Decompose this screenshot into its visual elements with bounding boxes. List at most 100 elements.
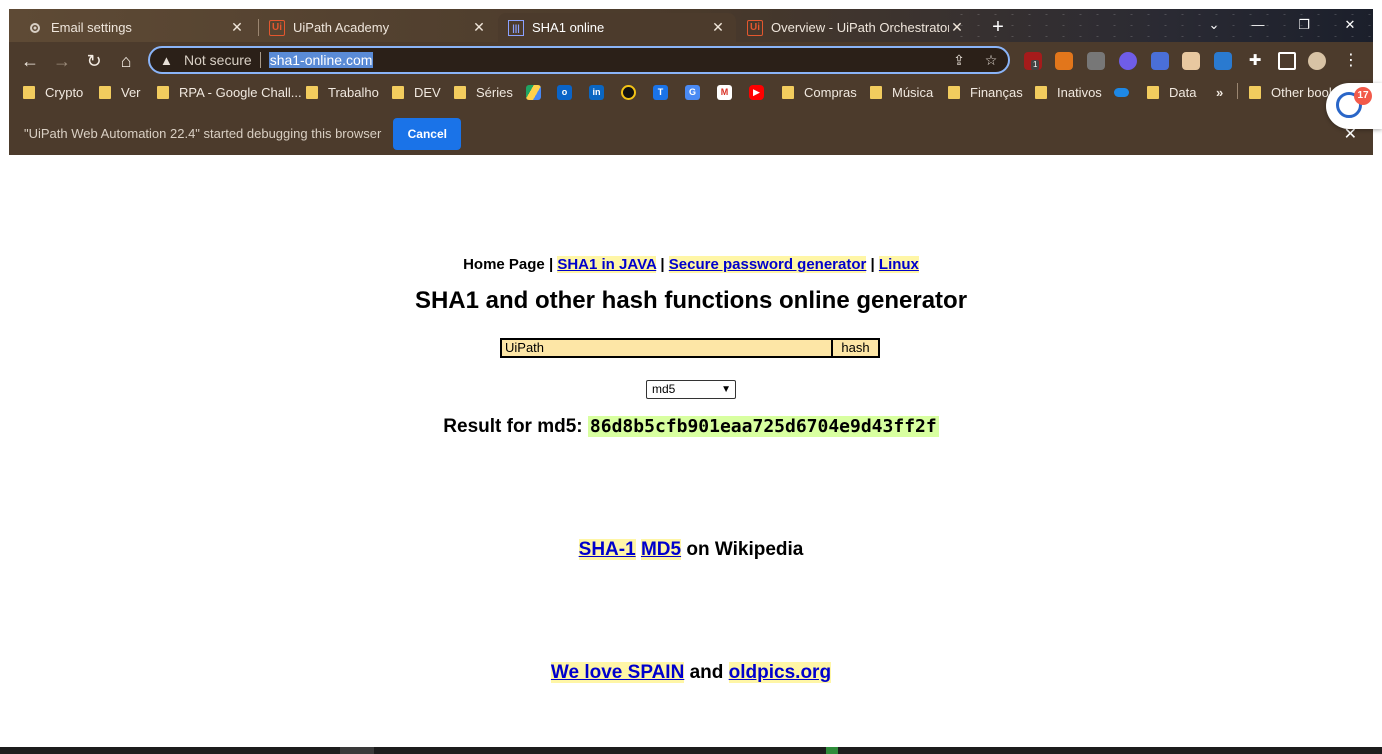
bookmark-inativos[interactable]: Inativos (1035, 83, 1102, 101)
bookmark-linkedin[interactable]: in (589, 83, 604, 101)
folder-icon (1249, 85, 1261, 99)
folder-icon (454, 85, 466, 99)
tab-sha1-online[interactable]: ||| SHA1 online ✕ (498, 13, 736, 42)
url-text[interactable]: sha1-online.com (268, 52, 374, 68)
outlook-icon: o (557, 84, 572, 100)
bookmark-youtube[interactable]: ▶ (749, 83, 764, 101)
google-drive-icon (526, 84, 541, 100)
chevron-down-icon: ▼ (721, 384, 731, 395)
bookmark-rpa[interactable]: RPA - Google Chall... (157, 83, 302, 101)
avatar[interactable] (1308, 52, 1326, 70)
gear-icon (27, 20, 43, 36)
hash-input[interactable]: UiPath (500, 338, 833, 358)
bookmark-data[interactable]: Data (1147, 83, 1196, 101)
extension-face-icon[interactable] (1182, 52, 1200, 70)
onedrive-icon (1114, 87, 1129, 97)
linux-link[interactable]: Linux (878, 256, 919, 273)
ublock-icon[interactable]: 1 (1024, 52, 1042, 70)
sha1-wiki-link[interactable]: SHA-1 (578, 539, 636, 560)
wikipedia-suffix: on Wikipedia (686, 539, 804, 560)
bookmark-label: Other book (1271, 84, 1336, 100)
toolbar: ← → ↻ ⌂ ▲ Not secure sha1-online.com ⇪ ☆… (9, 42, 1373, 79)
page-content: Home Page | SHA1 in JAVA | Secure passwo… (9, 155, 1373, 747)
password-generator-link[interactable]: Secure password generator (668, 256, 867, 273)
bookmark-label: Séries (476, 84, 513, 100)
extension-badge: 1 (1031, 60, 1040, 70)
debugging-message: "UiPath Web Automation 22.4" started deb… (24, 126, 382, 141)
menu-icon[interactable]: ⋮ (1342, 52, 1360, 70)
reload-icon[interactable]: ↻ (81, 48, 107, 74)
gmail-icon: M (717, 84, 732, 100)
bookmark-crypto[interactable]: Crypto (23, 83, 83, 101)
oldpics-link[interactable]: oldpics.org (728, 662, 832, 683)
window-close-icon[interactable]: ✕ (1334, 13, 1366, 37)
translate-icon: G (685, 84, 700, 100)
bookmark-star-icon[interactable]: ☆ (982, 52, 1000, 69)
chat-extension-icon[interactable] (1119, 52, 1137, 70)
bookmark-translate[interactable]: G (685, 83, 700, 101)
bookmark-label: Inativos (1057, 84, 1102, 100)
bookmarks-bar: Crypto Ver RPA - Google Chall... Trabalh… (9, 79, 1373, 105)
bookmark-onedrive[interactable] (1114, 83, 1129, 101)
bookmark-circle[interactable] (621, 83, 636, 101)
minimize-icon[interactable]: — (1242, 13, 1274, 37)
footer-links: We love SPAIN and oldpics.org (9, 662, 1373, 684)
hash-form: UiPath hash (500, 338, 880, 358)
share-icon[interactable]: ⇪ (950, 52, 968, 69)
linkedin-icon: in (589, 84, 604, 100)
bookmark-dev[interactable]: DEV (392, 83, 441, 101)
result-line: Result for md5: 86d8b5cfb901eaa725d6704e… (9, 416, 1373, 438)
extension-cube-icon[interactable] (1087, 52, 1105, 70)
puzzle-icon[interactable]: ✚ (1246, 52, 1264, 70)
footer-and: and (689, 662, 724, 683)
extension-blue-icon[interactable] (1151, 52, 1169, 70)
close-icon[interactable]: ✕ (229, 19, 245, 36)
metamask-icon[interactable] (1055, 52, 1073, 70)
home-icon[interactable]: ⌂ (113, 48, 139, 74)
close-icon[interactable]: ✕ (471, 19, 487, 36)
bookmark-gmail[interactable]: M (717, 83, 732, 101)
bookmark-label: Música (892, 84, 934, 100)
hash-button[interactable]: hash (833, 338, 880, 358)
warning-icon[interactable]: ▲ (160, 53, 178, 68)
tab-email-settings[interactable]: Email settings ✕ (17, 13, 255, 42)
bookmark-label: Compras (804, 84, 857, 100)
omnibox-divider (259, 52, 261, 68)
taskbar-active-app[interactable] (340, 747, 374, 754)
bookmarks-overflow-button[interactable]: » (1216, 83, 1223, 101)
notification-badge: 17 (1354, 87, 1372, 105)
close-icon[interactable]: ✕ (949, 19, 965, 36)
uipath-icon: Ui (747, 19, 763, 36)
bookmark-series[interactable]: Séries (454, 83, 513, 101)
bookmark-trabalho[interactable]: Trabalho (306, 83, 379, 101)
bookmark-drive[interactable] (526, 83, 541, 101)
new-tab-button[interactable]: + (985, 14, 1011, 40)
taskbar-app[interactable] (826, 747, 838, 754)
bookmark-musica[interactable]: Música (870, 83, 933, 101)
side-panel-icon[interactable] (1278, 52, 1296, 70)
md5-wiki-link[interactable]: MD5 (640, 539, 682, 560)
bookmark-tasks[interactable]: T (653, 83, 668, 101)
tab-search-icon[interactable]: ⌄ (1198, 13, 1230, 37)
bookmark-outlook[interactable]: o (557, 83, 572, 101)
bookmark-ver[interactable]: Ver (99, 83, 141, 101)
assistant-widget[interactable]: 17 (1326, 83, 1382, 129)
tab-label: UiPath Academy (293, 20, 390, 35)
security-label[interactable]: Not secure (184, 52, 252, 68)
tab-uipath-academy[interactable]: Ui UiPath Academy ✕ (259, 13, 497, 42)
youtube-icon: ▶ (749, 84, 764, 100)
sha1-java-link[interactable]: SHA1 in JAVA (557, 256, 657, 273)
extension-tool-icon[interactable] (1214, 52, 1232, 70)
bookmark-financas[interactable]: Finanças (948, 83, 1023, 101)
back-icon[interactable]: ← (17, 48, 43, 74)
close-icon[interactable]: ✕ (710, 19, 726, 36)
bookmark-compras[interactable]: Compras (782, 83, 857, 101)
we-love-spain-link[interactable]: We love SPAIN (550, 662, 685, 683)
tab-uipath-orchestrator[interactable]: Ui Overview - UiPath Orchestrator ✕ (737, 13, 975, 42)
restore-icon[interactable]: ❐ (1288, 13, 1320, 37)
cancel-debug-button[interactable]: Cancel (393, 117, 462, 150)
forward-icon[interactable]: → (49, 48, 75, 74)
bookmark-label: RPA - Google Chall... (179, 84, 302, 100)
address-bar[interactable]: ▲ Not secure sha1-online.com ⇪ ☆ (148, 46, 1010, 74)
algorithm-select[interactable]: md5 ▼ (646, 380, 736, 399)
